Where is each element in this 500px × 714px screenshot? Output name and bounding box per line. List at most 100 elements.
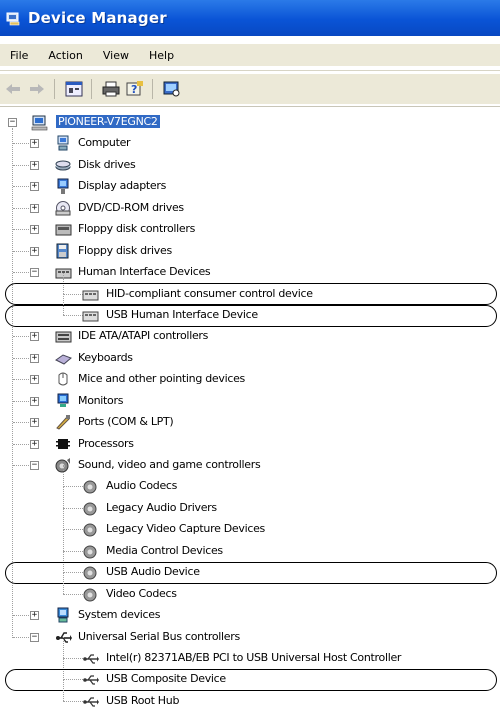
- tree-item-label: Display adapters: [78, 179, 167, 193]
- menu-action[interactable]: Action: [46, 47, 84, 64]
- tree-category-ide-ata-atapi-controllers[interactable]: + IDE ATA/ATAPI controllers: [0, 326, 500, 347]
- toolbar-divider: [152, 79, 153, 99]
- expand-toggle[interactable]: +: [30, 225, 39, 235]
- print-icon[interactable]: [100, 78, 122, 100]
- menu-help[interactable]: Help: [147, 47, 176, 64]
- tree-category-disk-drives[interactable]: + Disk drives: [0, 155, 500, 176]
- tree-item-label: USB Audio Device: [106, 565, 200, 579]
- tree-device-audio-codecs[interactable]: Audio Codecs: [0, 465, 500, 497]
- expand-toggle[interactable]: +: [30, 439, 39, 449]
- tree-item-label: Computer: [78, 136, 131, 150]
- tree-device-hid-compliant-consumer-control-device[interactable]: HID-compliant consumer control device: [0, 272, 500, 305]
- tree-device-usb-audio-device[interactable]: USB Audio Device: [0, 551, 500, 583]
- tree-guide-line: [63, 529, 83, 531]
- expand-toggle[interactable]: +: [30, 353, 39, 363]
- tree-category-ports-com-lpt[interactable]: + Ports (COM & LPT): [0, 412, 500, 433]
- expand-toggle[interactable]: +: [30, 332, 39, 342]
- tree-guide-line: [13, 465, 31, 466]
- tree-category-sound-video-and-game-controllers[interactable]: − Sound, video and game controllers: [0, 455, 500, 476]
- mouse-icon: [58, 372, 68, 386]
- usb-device-icon: [83, 697, 99, 707]
- tree-category-human-interface-devices[interactable]: − Human Interface Devices: [0, 262, 500, 283]
- tree-category-computer[interactable]: + Computer: [0, 133, 500, 154]
- expand-toggle[interactable]: +: [30, 182, 39, 192]
- tree-device-video-codecs[interactable]: Video Codecs: [0, 572, 500, 605]
- expand-toggle[interactable]: +: [30, 246, 39, 256]
- properties-icon[interactable]: [63, 78, 85, 100]
- toolbar-divider: [54, 79, 55, 99]
- tree-category-floppy-disk-controllers[interactable]: + Floppy disk controllers: [0, 219, 500, 240]
- tree-guide-line: [63, 572, 83, 574]
- tree-guide-line: [13, 615, 31, 617]
- back-icon[interactable]: [2, 78, 24, 100]
- sound-device-icon: [83, 566, 97, 580]
- tree-category-system-devices[interactable]: + System devices: [0, 605, 500, 626]
- tree-guide-line: [13, 336, 31, 338]
- tree-item-label: Legacy Video Capture Devices: [106, 522, 265, 536]
- tree-guide-line: [13, 422, 31, 424]
- computer-root-icon: [31, 115, 48, 131]
- tree-category-display-adapters[interactable]: + Display adapters: [0, 176, 500, 197]
- tree-item-label: USB Composite Device: [106, 672, 226, 686]
- tree-item-label: Intel(r) 82371AB/EB PCI to USB Universal…: [106, 650, 402, 664]
- processor-icon: [56, 438, 70, 449]
- tree-category-processors[interactable]: + Processors: [0, 434, 500, 455]
- expand-toggle[interactable]: +: [30, 396, 39, 406]
- tree-category-monitors[interactable]: + Monitors: [0, 391, 500, 412]
- title-bar[interactable]: Device Manager: [0, 0, 500, 36]
- tree-item-label: Video Codecs: [106, 586, 177, 600]
- tree-guide-line: [63, 293, 83, 295]
- collapse-toggle[interactable]: −: [30, 268, 39, 278]
- tree-device-legacy-video-capture-devices[interactable]: Legacy Video Capture Devices: [0, 508, 500, 540]
- collapse-toggle[interactable]: −: [30, 461, 39, 470]
- tree-guide-line: [63, 551, 64, 573]
- tree-item-label: IDE ATA/ATAPI controllers: [78, 329, 209, 343]
- expand-toggle[interactable]: +: [30, 203, 39, 213]
- expand-toggle[interactable]: +: [30, 418, 39, 428]
- collapse-toggle[interactable]: −: [30, 632, 39, 642]
- device-manager-window: Device Manager File Action View Help ? −…: [0, 0, 500, 714]
- svg-text:?: ?: [131, 83, 137, 96]
- port-icon: [56, 415, 70, 430]
- tree-device-legacy-audio-drivers[interactable]: Legacy Audio Drivers: [0, 486, 500, 519]
- collapse-toggle[interactable]: −: [8, 118, 17, 127]
- hid-device-icon: [82, 311, 99, 322]
- tree-guide-line: [13, 400, 31, 402]
- device-manager-icon: [6, 12, 20, 26]
- scan-hardware-icon[interactable]: [161, 78, 183, 100]
- tree-guide-line: [63, 679, 64, 701]
- tree-item-label: Legacy Audio Drivers: [106, 500, 217, 514]
- tree-category-keyboards[interactable]: + Keyboards: [0, 348, 500, 369]
- tree-item-label: System devices: [78, 608, 161, 622]
- tree-category-floppy-disk-drives[interactable]: + Floppy disk drives: [0, 241, 500, 262]
- tree-guide-line: [13, 443, 31, 445]
- expand-toggle[interactable]: +: [30, 611, 39, 621]
- menu-file[interactable]: File: [8, 47, 30, 64]
- tree-device-usb-composite-device[interactable]: USB Composite Device: [0, 658, 500, 690]
- help-icon[interactable]: ?: [124, 78, 146, 100]
- tree-root[interactable]: − PIONEER-V7EGNC2: [0, 112, 500, 133]
- forward-icon[interactable]: [26, 78, 48, 100]
- tree-device-intel-r-82371ab-eb-pci-to-usb-universal-host-controller[interactable]: Intel(r) 82371AB/EB PCI to USB Universal…: [0, 636, 500, 669]
- tree-device-usb-human-interface-device[interactable]: USB Human Interface Device: [0, 293, 500, 326]
- window-title: Device Manager: [28, 9, 167, 27]
- tree-guide-line: [63, 658, 64, 680]
- tree-category-dvd-cd-rom-drives[interactable]: + DVD/CD-ROM drives: [0, 198, 500, 219]
- tree-item-label: Audio Codecs: [106, 479, 178, 493]
- expand-toggle[interactable]: +: [30, 160, 39, 170]
- tree-guide-line: [13, 272, 31, 274]
- expand-toggle[interactable]: +: [30, 375, 39, 385]
- tree-guide-line: [63, 572, 64, 594]
- tree-category-universal-serial-bus-controllers[interactable]: − Universal Serial Bus controllers: [0, 627, 500, 648]
- tree-guide-line: [63, 700, 83, 702]
- computer-icon: [57, 135, 69, 151]
- menu-view[interactable]: View: [101, 47, 131, 64]
- tree-guide-line: [63, 486, 64, 509]
- tree-guide-line: [13, 379, 31, 381]
- tree-category-mice-and-other-pointing-devices[interactable]: + Mice and other pointing devices: [0, 369, 500, 390]
- disk-drive-icon: [55, 160, 71, 171]
- tree-device-media-control-devices[interactable]: Media Control Devices: [0, 529, 500, 562]
- usb-device-icon: [83, 654, 99, 664]
- tree-device-usb-root-hub[interactable]: USB Root Hub: [0, 679, 500, 712]
- expand-toggle[interactable]: +: [30, 139, 39, 149]
